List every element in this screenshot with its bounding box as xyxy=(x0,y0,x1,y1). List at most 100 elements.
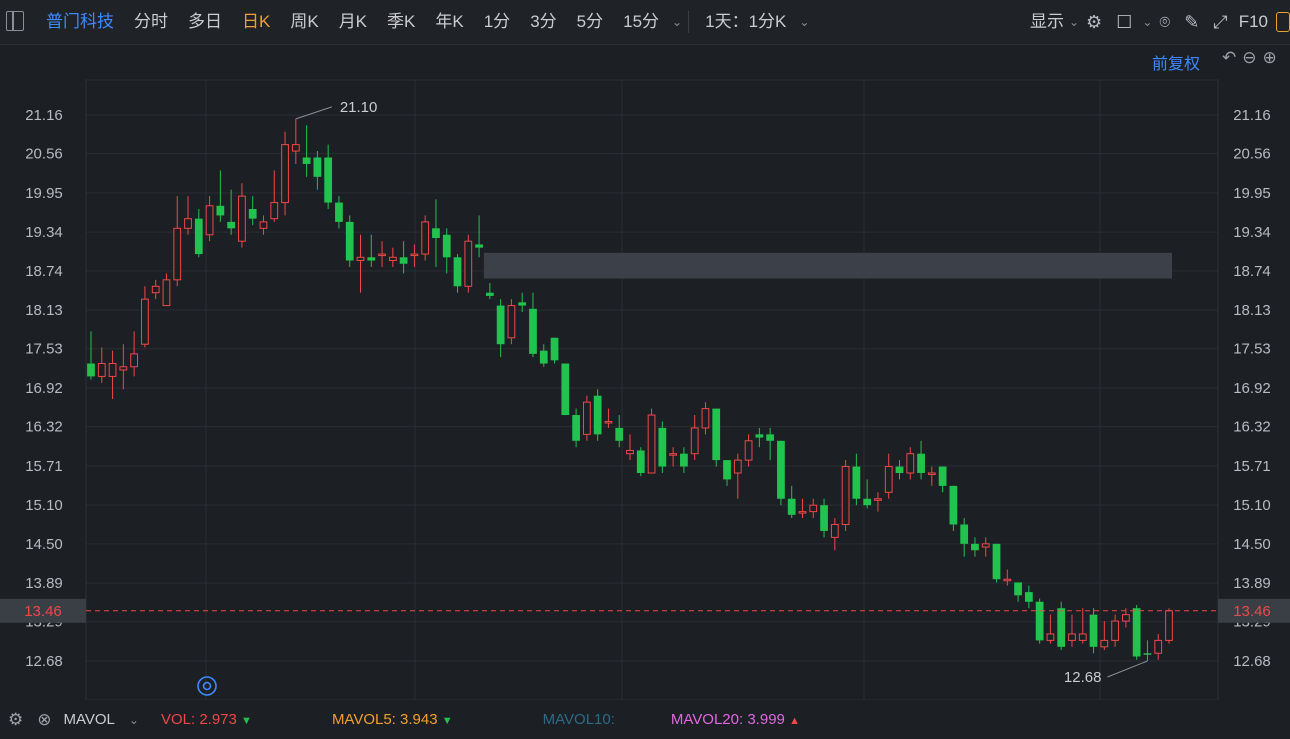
down-arrow-icon: ▼ xyxy=(441,715,453,727)
candle-body-down xyxy=(248,209,257,219)
candle xyxy=(1068,614,1076,647)
candle-body-down xyxy=(615,427,624,441)
mavol20-label: MAVOL20: xyxy=(670,711,744,728)
candle xyxy=(874,492,882,512)
candle xyxy=(938,466,947,493)
candle-body-down xyxy=(680,453,688,467)
y-tick-label-right: 12.68 xyxy=(1233,653,1271,670)
candle xyxy=(1089,608,1098,654)
y-tick-label-left: 15.10 xyxy=(25,497,63,514)
candle-body-down xyxy=(960,524,969,544)
highlight-band-layer xyxy=(483,252,1172,279)
candle xyxy=(895,460,904,480)
candle-body-up xyxy=(141,298,149,345)
y-tick-label-right: 15.71 xyxy=(1233,458,1271,475)
y-tick-label-left: 15.71 xyxy=(25,458,63,475)
candle-body-up xyxy=(151,285,160,294)
candle-body-down xyxy=(432,228,440,238)
y-tick-label-right: 16.92 xyxy=(1233,380,1271,397)
candle-body-down xyxy=(917,453,925,473)
candle-body-down xyxy=(367,257,376,261)
candle xyxy=(410,244,419,267)
low-marker-line xyxy=(1107,660,1148,678)
candle-body-down xyxy=(1089,614,1098,647)
candle-body-down xyxy=(561,363,570,416)
candle-body-down xyxy=(820,505,828,531)
y-tick-label-left: 16.92 xyxy=(25,380,63,397)
candle-body-up xyxy=(173,227,182,281)
candle xyxy=(582,395,591,441)
candles-layer xyxy=(87,118,1173,661)
candle-body-up xyxy=(1046,633,1055,641)
candle-body-down xyxy=(399,257,408,264)
indicator-name[interactable]: MAVOL xyxy=(64,711,115,728)
candle-body-down xyxy=(992,543,1001,580)
candle xyxy=(97,347,106,383)
gear-icon[interactable]: ⚙ xyxy=(8,710,23,730)
candle-body-up xyxy=(119,366,128,371)
candle xyxy=(302,125,311,177)
candle-body-down xyxy=(1024,592,1033,602)
candle-body-up xyxy=(97,363,106,377)
down-arrow-icon: ▼ xyxy=(241,715,252,727)
y-tick-label-right: 19.34 xyxy=(1233,224,1271,241)
candle-body-up xyxy=(906,453,915,474)
candle-body-up xyxy=(669,453,678,456)
candle-body-up xyxy=(626,449,634,455)
candle-body-down xyxy=(453,257,462,287)
high-marker-label: 21.10 xyxy=(340,99,378,116)
candle xyxy=(539,344,548,367)
candle-body-up xyxy=(410,253,419,257)
candle xyxy=(550,337,559,364)
candle-body-down xyxy=(518,302,527,306)
candle xyxy=(442,228,451,274)
indicator-bar: ⚙ ⊗ MAVOL ⌄ VOL: 2.973 ▼ MAVOL5: 3.943 ▼… xyxy=(0,700,1290,739)
current-price-label-left: 13.46 xyxy=(24,603,62,620)
candle-body-up xyxy=(464,240,473,287)
candle-body-up xyxy=(1100,639,1109,648)
candle-body-up xyxy=(874,498,882,501)
mavol20-readout: MAVOL20: 3.999 ▲ xyxy=(671,711,800,728)
at-sign-icon-core xyxy=(202,681,212,691)
y-tick-label-right: 19.95 xyxy=(1233,185,1271,202)
candle xyxy=(507,299,516,345)
y-tick-label-left: 16.32 xyxy=(25,419,63,436)
candle xyxy=(733,453,742,499)
high-marker-line xyxy=(295,106,332,120)
candle xyxy=(151,279,160,300)
y-tick-label-right: 18.74 xyxy=(1233,263,1271,280)
current-price-label-right: 13.46 xyxy=(1233,603,1271,620)
candle-body-down xyxy=(87,363,95,377)
close-circle-icon[interactable]: ⊗ xyxy=(37,710,51,730)
y-tick-label-right: 21.16 xyxy=(1233,107,1271,124)
y-tick-label-right: 16.32 xyxy=(1233,419,1271,436)
up-arrow-icon: ▲ xyxy=(789,715,800,727)
vol-label: VOL: xyxy=(160,711,196,728)
candle-body-up xyxy=(421,221,430,255)
candle xyxy=(1035,598,1044,644)
chevron-down-icon[interactable]: ⌄ xyxy=(129,713,139,727)
candle xyxy=(464,234,473,293)
candle-body-down xyxy=(938,466,947,486)
candle xyxy=(884,453,893,499)
candle xyxy=(820,498,828,538)
candle-body-down xyxy=(1035,601,1044,641)
candle xyxy=(723,460,731,486)
candle xyxy=(1165,608,1173,644)
annotations-layer: 13.46 13.46 21.10 12.68 xyxy=(0,99,1290,696)
candlestick-chart[interactable]: 21.16 21.16 20.56 20.56 19.95 19.95 19.34 19.34… xyxy=(0,0,1290,700)
y-tick-label-right: 20.56 xyxy=(1233,146,1271,163)
candle xyxy=(141,286,149,348)
candle-body-down xyxy=(712,408,721,461)
candle-body-up xyxy=(1003,578,1012,582)
candle xyxy=(809,498,818,519)
candle-body-down xyxy=(949,485,958,525)
candle xyxy=(1132,604,1141,660)
candle xyxy=(1057,601,1066,651)
candle-body-down xyxy=(777,440,785,499)
candle xyxy=(356,234,365,293)
candle xyxy=(1111,614,1119,647)
candle-body-down xyxy=(971,543,979,551)
candle-body-up xyxy=(378,253,386,257)
at-sign-icon[interactable] xyxy=(197,676,217,696)
